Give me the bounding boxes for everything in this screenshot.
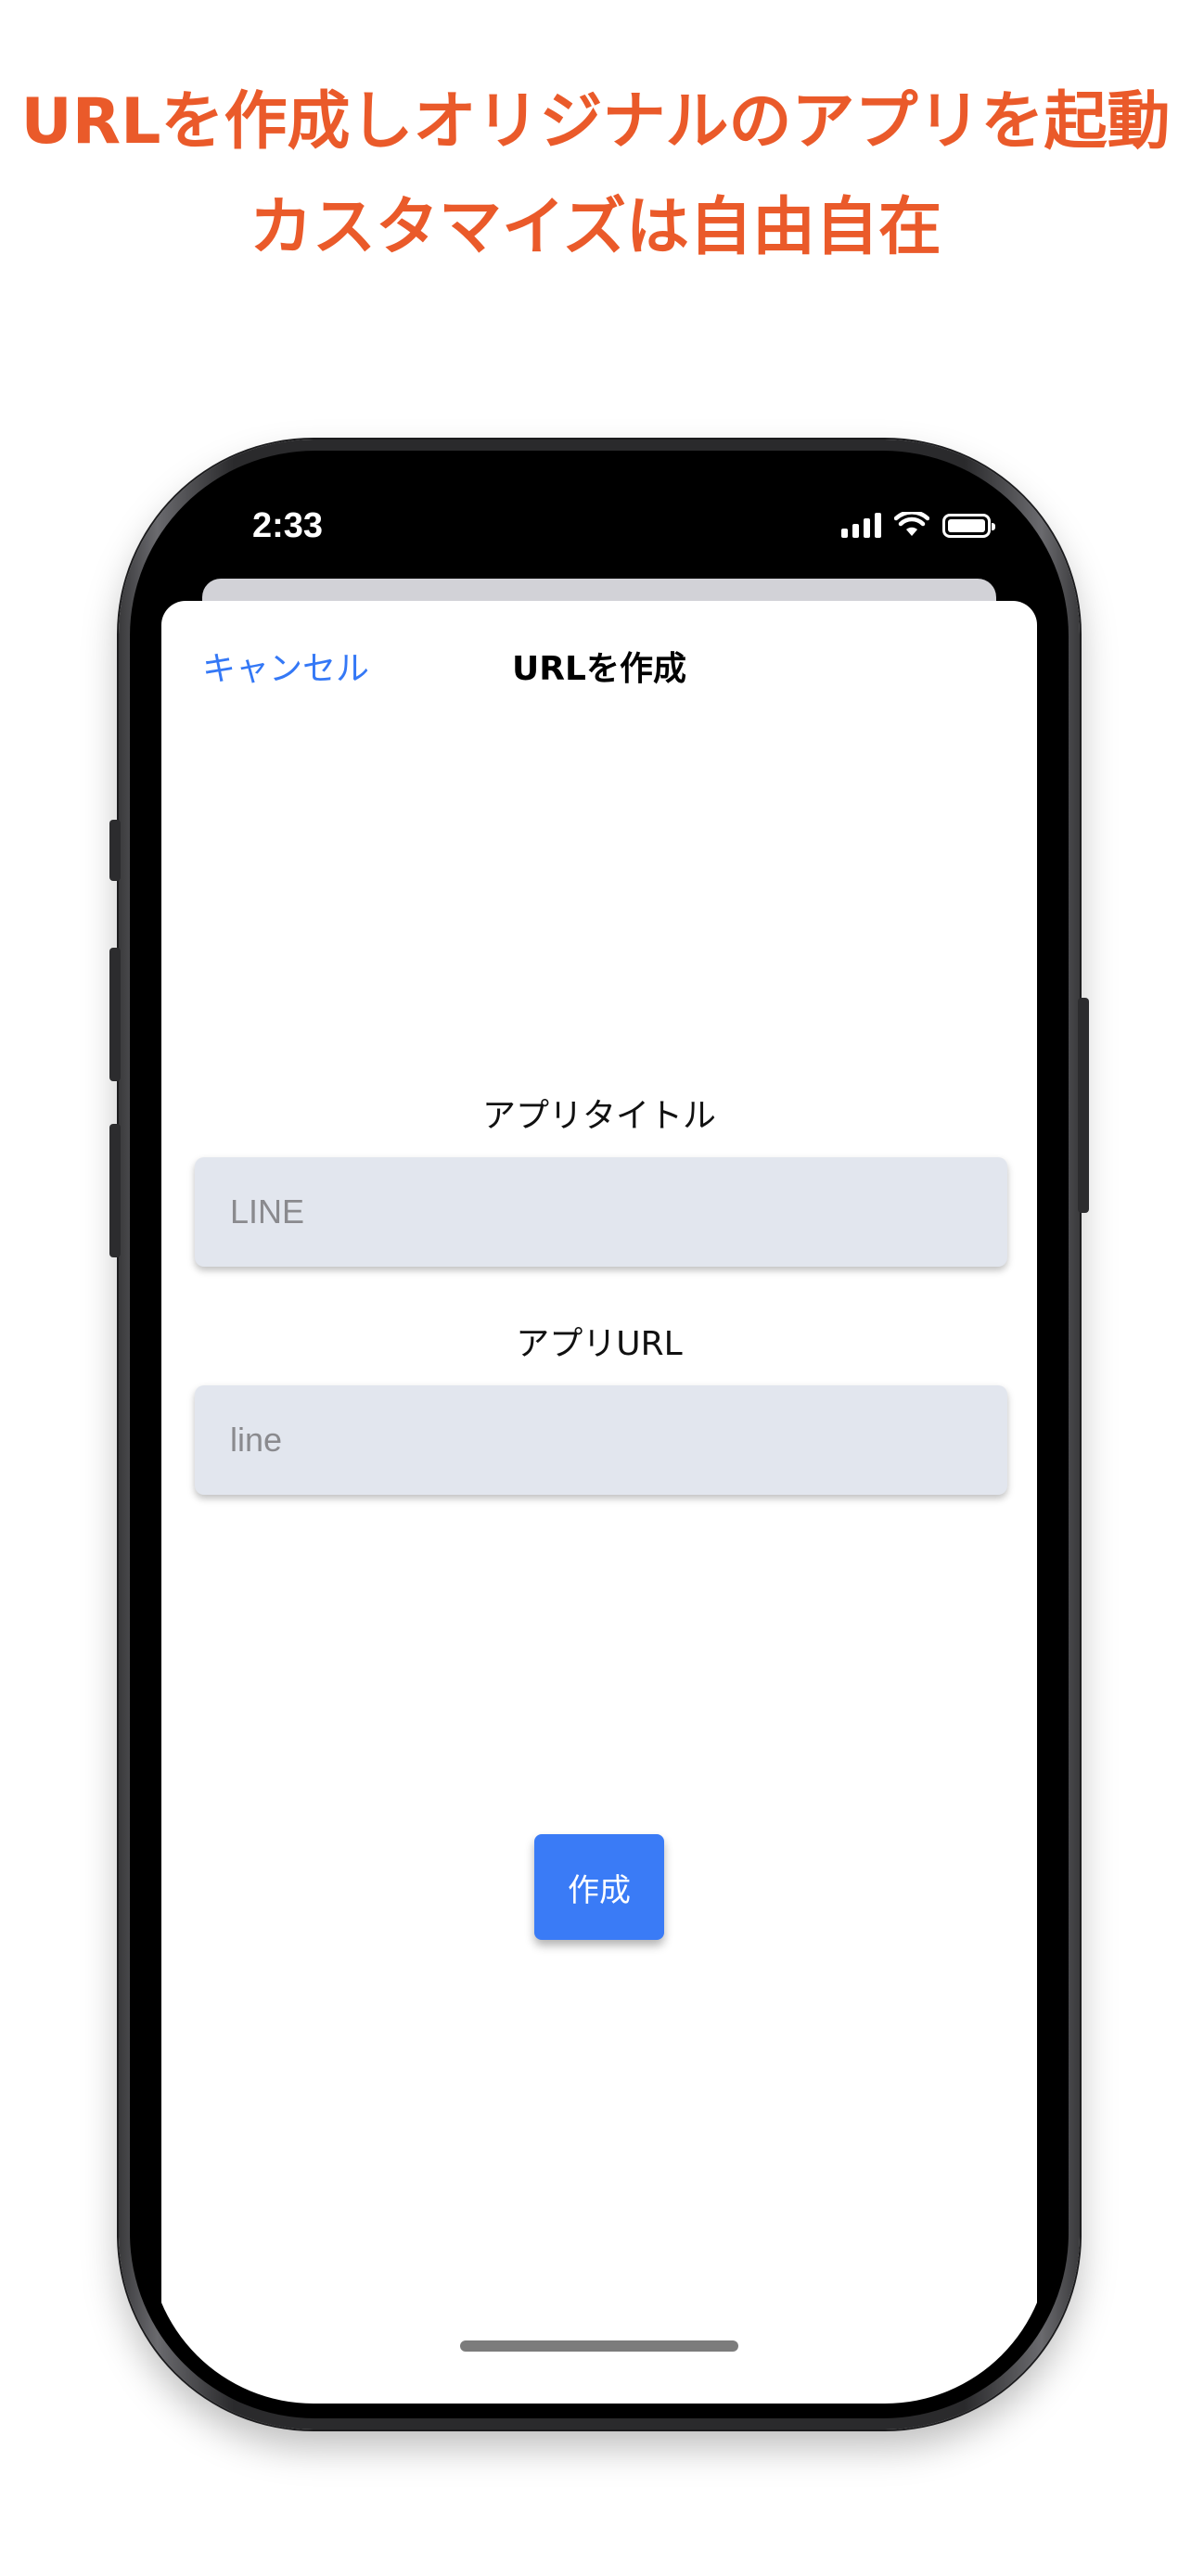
phone-screen: 2:33 キャンセル URLを作成 アプリタイトル アプリURL — [148, 465, 1050, 2404]
volume-up-button — [109, 948, 121, 1081]
headline-line-2: カスタマイズは自由自在 — [250, 191, 941, 264]
app-url-label: アプリURL — [516, 1325, 683, 1363]
status-icons — [841, 512, 995, 538]
battery-icon — [942, 514, 995, 538]
sheet-title: URLを作成 — [512, 650, 686, 688]
create-button[interactable]: 作成 — [534, 1834, 664, 1940]
power-button — [1078, 998, 1089, 1213]
app-title-input[interactable] — [228, 1192, 1007, 1232]
battery-fill — [948, 519, 985, 532]
app-store-screenshot: URLを作成しオリジナルのアプリを起動 カスタマイズは自由自在 2:33 キャン… — [0, 0, 1191, 2576]
headline-line-1: URLを作成しオリジナルのアプリを起動 — [20, 85, 1171, 159]
app-url-field[interactable] — [195, 1385, 1007, 1495]
action-button — [109, 820, 121, 881]
app-title-field[interactable] — [195, 1157, 1007, 1267]
app-title-label: アプリタイトル — [481, 1097, 716, 1135]
home-indicator[interactable] — [460, 2340, 738, 2352]
app-url-input[interactable] — [228, 1420, 1007, 1460]
create-url-sheet: キャンセル URLを作成 アプリタイトル アプリURL 作成 — [161, 601, 1037, 2404]
status-time: 2:33 — [252, 506, 324, 545]
volume-down-button — [109, 1124, 121, 1257]
signal-icon — [841, 512, 881, 538]
wifi-icon — [894, 512, 929, 536]
